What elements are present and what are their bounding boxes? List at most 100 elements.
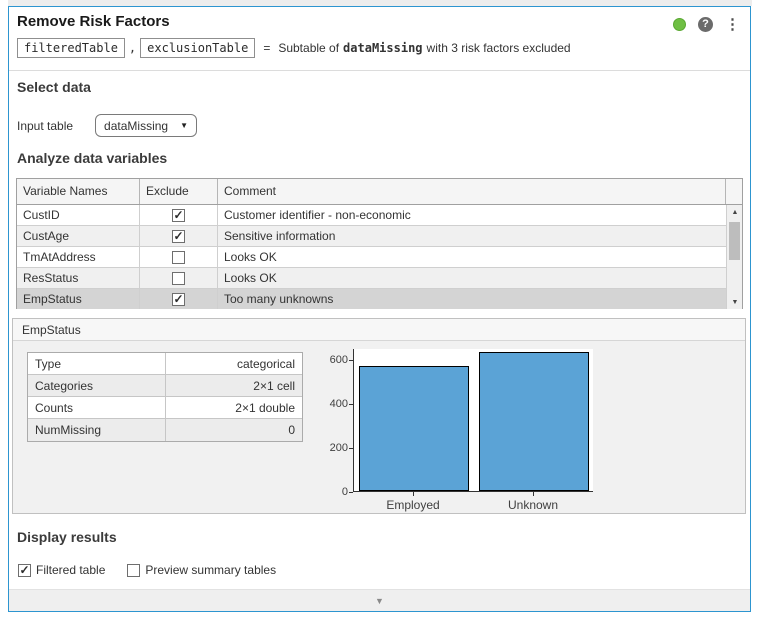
scroll-up-icon[interactable]: ▲ xyxy=(727,205,742,219)
table-row[interactable]: EmpStatus Too many unknowns xyxy=(17,289,742,309)
display-option-checkbox[interactable] xyxy=(18,564,31,577)
x-tick-mark xyxy=(413,492,414,496)
exclude-cell xyxy=(140,268,218,288)
property-row: NumMissing0 xyxy=(28,419,302,441)
chevron-down-icon: ▼ xyxy=(180,121,188,130)
y-tick-label: 200 xyxy=(318,442,348,454)
property-value: categorical xyxy=(166,353,302,374)
input-table-dropdown-value: dataMissing xyxy=(104,119,168,133)
comment-cell[interactable]: Looks OK xyxy=(218,247,742,267)
status-green-icon xyxy=(673,18,686,31)
summary-suffix: with 3 risk factors excluded xyxy=(427,41,571,55)
analyze-variables-heading: Analyze data variables xyxy=(17,150,167,166)
scrollbar-thumb[interactable] xyxy=(729,222,740,260)
bar-chart: 0200400600EmployedUnknown xyxy=(313,339,613,507)
col-header-scroll-gutter xyxy=(726,179,742,204)
col-header-variable-names: Variable Names xyxy=(17,179,140,204)
property-label: NumMissing xyxy=(28,419,166,441)
task-footer: ▼ xyxy=(9,589,750,611)
comma-separator: , xyxy=(129,41,136,55)
exclude-checkbox[interactable] xyxy=(172,293,185,306)
input-table-row: Input table dataMissing ▼ xyxy=(17,114,197,137)
equals-sign: = xyxy=(263,41,270,55)
y-tick-label: 600 xyxy=(318,354,348,366)
bar-employed xyxy=(359,366,469,491)
plot-area xyxy=(353,349,593,492)
input-table-dropdown[interactable]: dataMissing ▼ xyxy=(95,114,197,137)
property-label: Categories xyxy=(28,375,166,396)
header-icons: ? ⋮ xyxy=(673,15,740,33)
table-row[interactable]: CustID Customer identifier - non-economic xyxy=(17,205,742,226)
comment-cell[interactable]: Customer identifier - non-economic xyxy=(218,205,742,225)
variables-table-body: CustID Customer identifier - non-economic… xyxy=(17,205,742,309)
scroll-down-icon[interactable]: ▼ xyxy=(727,295,742,309)
property-row: Typecategorical xyxy=(28,353,302,375)
exclude-checkbox[interactable] xyxy=(172,230,185,243)
output-var-2[interactable]: exclusionTable xyxy=(140,38,255,58)
display-option: Preview summary tables xyxy=(127,563,276,577)
y-tick-label: 0 xyxy=(318,486,348,498)
variable-name-cell: TmAtAddress xyxy=(17,247,140,267)
y-tick-mark xyxy=(349,360,353,361)
overflow-menu-icon[interactable]: ⋮ xyxy=(725,15,740,33)
help-icon[interactable]: ? xyxy=(698,17,713,32)
y-tick-mark xyxy=(349,404,353,405)
x-tick-mark xyxy=(533,492,534,496)
detail-panel-title: EmpStatus xyxy=(13,319,745,341)
display-options-row: Filtered table Preview summary tables xyxy=(18,563,276,577)
summary-prefix: Subtable of xyxy=(278,41,339,55)
comment-cell[interactable]: Too many unknowns xyxy=(218,289,742,309)
header-divider xyxy=(9,70,750,71)
y-tick-mark xyxy=(349,448,353,449)
display-results-heading: Display results xyxy=(17,529,117,545)
exclude-cell xyxy=(140,289,218,309)
variable-name-cell: ResStatus xyxy=(17,268,140,288)
table-row[interactable]: TmAtAddress Looks OK xyxy=(17,247,742,268)
variables-table: Variable Names Exclude Comment CustIDCus… xyxy=(16,178,743,309)
display-option-label: Filtered table xyxy=(36,563,105,577)
exclude-checkbox[interactable] xyxy=(172,251,185,264)
variable-name-cell: CustID xyxy=(17,205,140,225)
y-tick-label: 400 xyxy=(318,398,348,410)
live-task-panel: Remove Risk Factors ? ⋮ filteredTable , … xyxy=(8,6,751,612)
exclude-cell xyxy=(140,247,218,267)
collapse-arrow-icon[interactable]: ▼ xyxy=(375,596,384,606)
comment-cell[interactable]: Sensitive information xyxy=(218,226,742,246)
variable-detail-panel: EmpStatus TypecategoricalCategories2×1 c… xyxy=(12,318,746,514)
display-option-checkbox[interactable] xyxy=(127,564,140,577)
output-var-1[interactable]: filteredTable xyxy=(17,38,125,58)
property-value: 2×1 double xyxy=(166,397,302,418)
input-table-label: Input table xyxy=(17,119,73,133)
comment-cell[interactable]: Looks OK xyxy=(218,268,742,288)
property-row: Categories2×1 cell xyxy=(28,375,302,397)
exclude-checkbox[interactable] xyxy=(172,209,185,222)
variable-name-cell: EmpStatus xyxy=(17,289,140,309)
property-label: Type xyxy=(28,353,166,374)
property-value: 2×1 cell xyxy=(166,375,302,396)
table-row[interactable]: CustAge Sensitive information xyxy=(17,226,742,247)
select-data-heading: Select data xyxy=(17,79,91,95)
editor-below-area xyxy=(0,613,758,618)
display-option-label: Preview summary tables xyxy=(145,563,276,577)
summary-code-token: dataMissing xyxy=(343,41,422,55)
x-category-label: Unknown xyxy=(508,498,558,512)
property-row: Counts2×1 double xyxy=(28,397,302,419)
col-header-exclude: Exclude xyxy=(140,179,218,204)
task-title: Remove Risk Factors xyxy=(17,13,170,30)
property-table: TypecategoricalCategories2×1 cellCounts2… xyxy=(27,352,303,442)
display-option: Filtered table xyxy=(18,563,105,577)
variable-name-cell: CustAge xyxy=(17,226,140,246)
variables-table-header: Variable Names Exclude Comment xyxy=(17,179,742,205)
task-signature-line: filteredTable , exclusionTable = Subtabl… xyxy=(17,38,571,58)
col-header-comment: Comment xyxy=(218,179,726,204)
exclude-checkbox[interactable] xyxy=(172,272,185,285)
exclude-cell xyxy=(140,205,218,225)
table-row[interactable]: ResStatus Looks OK xyxy=(17,268,742,289)
table-scrollbar[interactable]: ▲ ▼ xyxy=(726,205,742,309)
exclude-cell xyxy=(140,226,218,246)
x-category-label: Employed xyxy=(386,498,439,512)
bar-unknown xyxy=(479,352,589,491)
property-label: Counts xyxy=(28,397,166,418)
property-value: 0 xyxy=(166,419,302,441)
y-tick-mark xyxy=(349,492,353,493)
